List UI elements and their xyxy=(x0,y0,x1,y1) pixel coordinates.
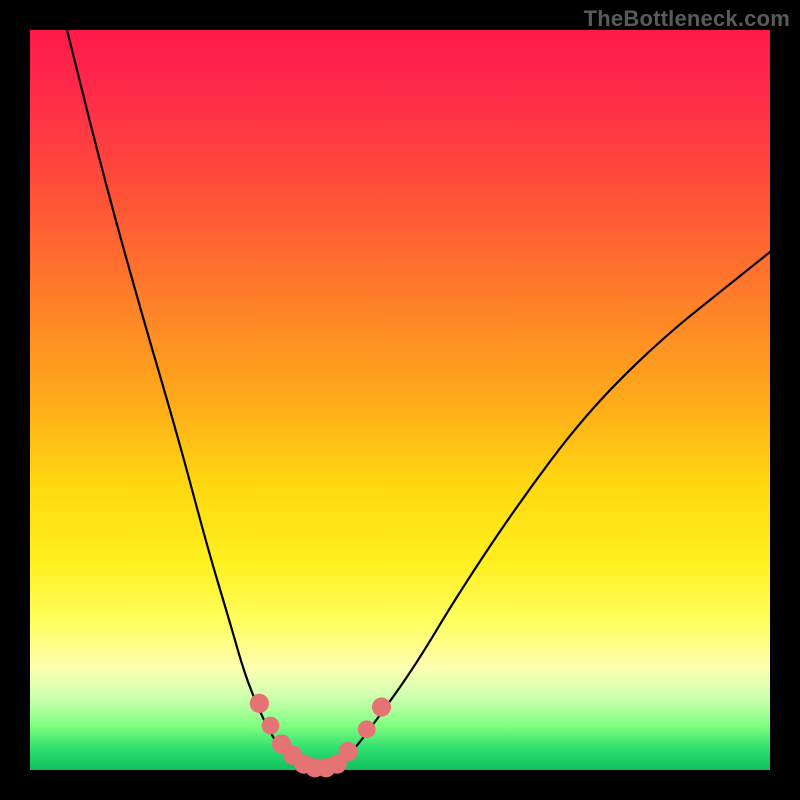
marker-left-mid xyxy=(262,717,280,735)
marker-left-high xyxy=(250,694,269,713)
data-markers xyxy=(250,694,391,778)
marker-right-low xyxy=(339,742,358,761)
marker-right-mid xyxy=(358,720,376,738)
watermark-text: TheBottleneck.com xyxy=(584,6,790,32)
chart-svg xyxy=(30,30,770,770)
marker-right-high xyxy=(372,698,391,717)
chart-background xyxy=(30,30,770,770)
bottleneck-curve xyxy=(67,30,770,770)
